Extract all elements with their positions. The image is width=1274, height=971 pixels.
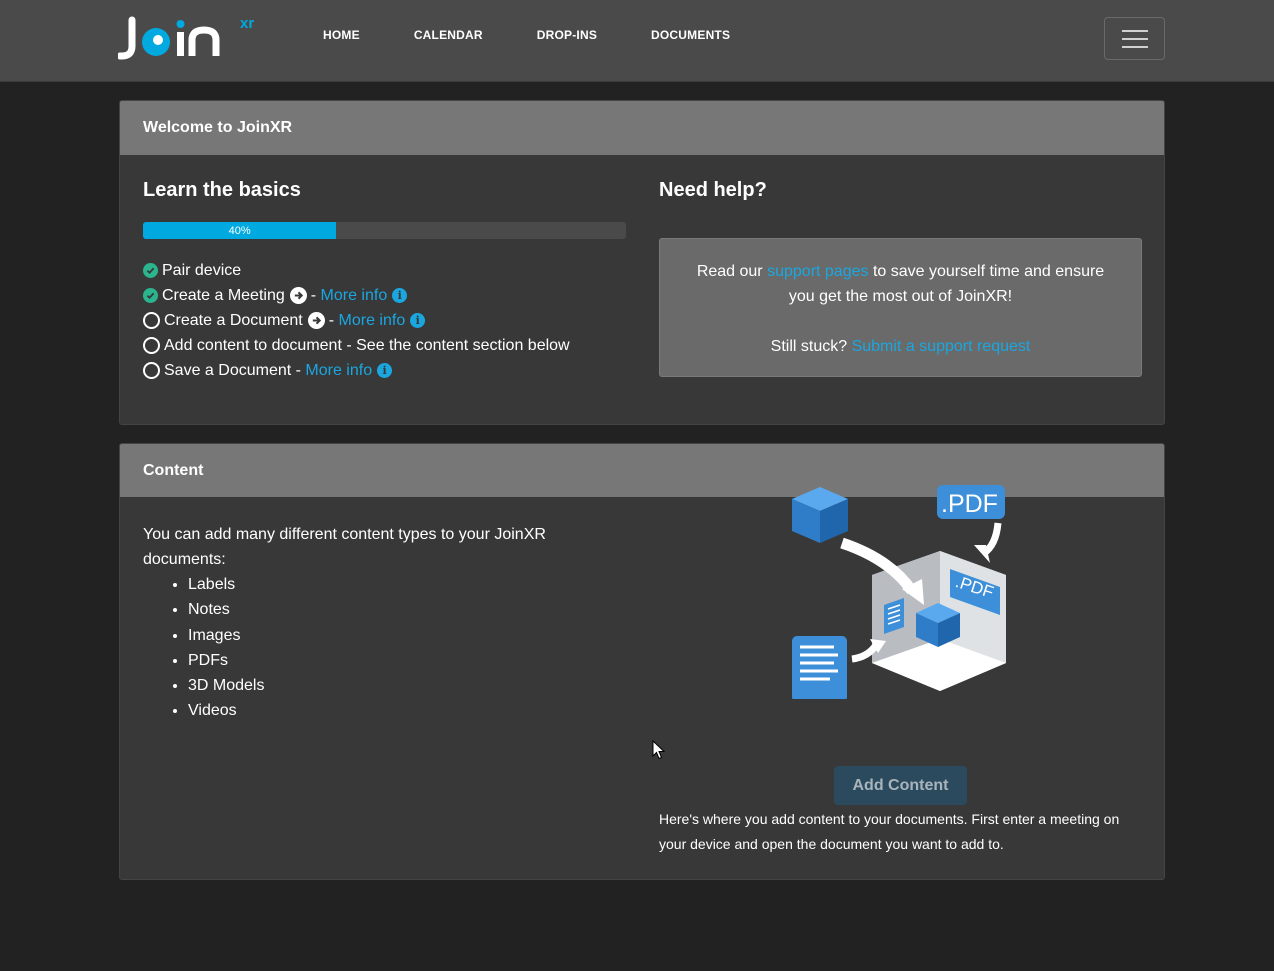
step-add-content: Add content to document - See the conten… [143,333,570,358]
check-circle-icon [143,263,158,278]
step-label: Pair device [162,261,242,279]
info-circle-icon[interactable]: i [392,288,408,303]
support-pages-link[interactable]: support pages [767,263,868,280]
empty-circle-icon [143,362,160,379]
step-separator: - [310,286,317,304]
hamburger-icon [1122,30,1148,32]
info-circle-icon[interactable]: i [410,313,426,328]
hamburger-menu-button[interactable] [1104,17,1165,60]
progress-fill: 40% [143,222,337,239]
content-types-list: Labels Notes Images PDFs 3D Models Video… [188,572,603,724]
step-label: Create a Meeting [162,286,285,304]
welcome-card-header: Welcome to JoinXR [120,101,1164,155]
progress-bar: 40% [143,222,626,239]
nav-calendar[interactable]: CALENDAR [414,28,483,42]
main-nav: HOME CALENDAR DROP-INS DOCUMENTS [323,28,730,42]
logo-superscript: xr [240,15,254,32]
svg-text:.PDF: .PDF [941,490,998,518]
content-illustration: .PDF .PDF [790,481,1012,702]
content-type-item: Labels [188,572,603,597]
check-circle-icon [143,288,158,303]
basics-title: Learn the basics [143,179,301,201]
empty-circle-icon [143,312,160,329]
help-box: Read our support pages to save yourself … [659,238,1142,377]
step-label: Save a Document - [164,361,301,379]
content-type-item: 3D Models [188,673,603,698]
step-label: Create a Document [164,311,303,329]
add-content-description: Here's where you add content to your doc… [659,811,1120,852]
step-pair-device: Pair device [143,258,570,283]
content-intro-text: You can add many different content types… [143,526,546,568]
help-read-text: Read our support pages to save yourself … [696,263,1105,305]
content-type-item: Videos [188,698,603,723]
add-content-button[interactable]: Add Content [834,766,967,805]
step-create-document: Create a Document - More info i [143,308,570,333]
content-type-item: Notes [188,597,603,622]
content-card: Content You can add many different conte… [119,443,1165,880]
content-type-item: Images [188,623,603,648]
navbar: xr HOME CALENDAR DROP-INS DOCUMENTS [0,0,1274,82]
support-request-link[interactable]: Submit a support request [852,338,1031,355]
step-label: Add content to document - See the conten… [164,336,570,354]
nav-documents[interactable]: DOCUMENTS [651,28,730,42]
more-info-link[interactable]: More info [321,287,388,305]
content-type-item: PDFs [188,648,603,673]
step-separator: - [328,311,335,329]
more-info-link[interactable]: More info [305,362,372,380]
empty-circle-icon [143,337,160,354]
help-stuck-text: Still stuck? Submit a support request [770,338,1031,355]
basics-checklist: Pair device Create a Meeting - More info… [143,258,570,383]
info-circle-icon[interactable]: i [377,363,393,378]
content-intro: You can add many different content types… [143,522,603,724]
step-save-document: Save a Document - More info i [143,358,570,383]
joinxr-logo[interactable]: xr [116,14,263,62]
mouse-cursor-icon [652,740,666,760]
arrow-right-circle-icon[interactable] [307,312,325,329]
welcome-card: Welcome to JoinXR Learn the basics 40% P… [119,100,1165,425]
help-title: Need help? [659,179,767,201]
more-info-link[interactable]: More info [339,312,406,330]
arrow-right-circle-icon[interactable] [289,287,307,304]
nav-drop-ins[interactable]: DROP-INS [537,28,597,42]
step-create-meeting: Create a Meeting - More info i [143,283,570,308]
nav-home[interactable]: HOME [323,28,360,42]
